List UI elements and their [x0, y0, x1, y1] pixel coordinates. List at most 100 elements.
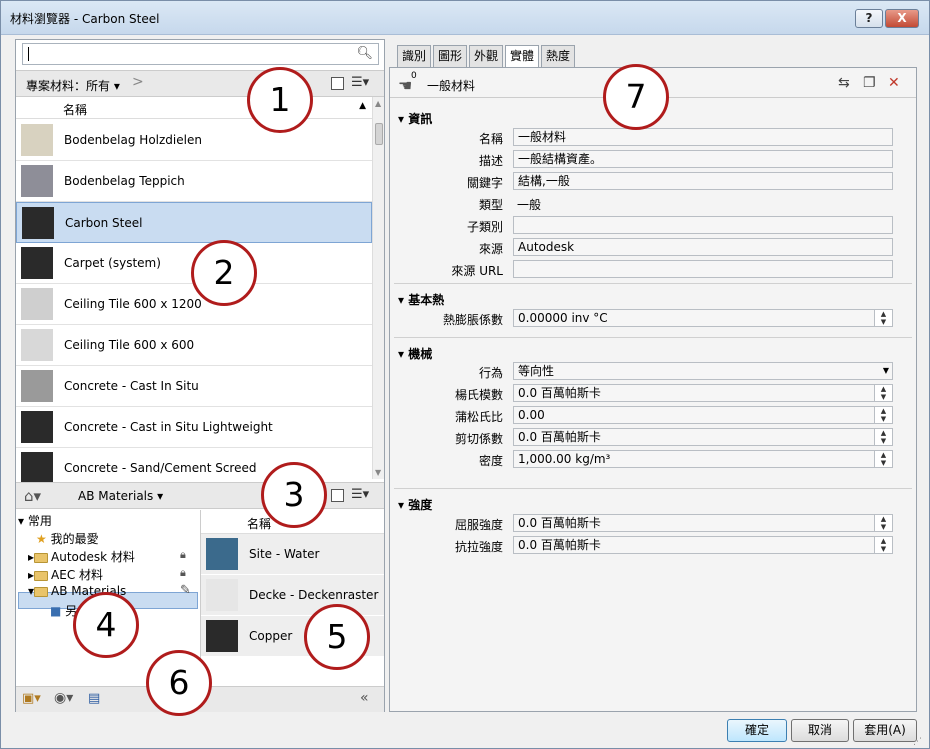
yield-spinner[interactable]: ▲ ▼ — [874, 514, 893, 532]
apply-button[interactable]: 套用(A) — [853, 719, 917, 742]
filter-label: 專案材料：所有 — [26, 79, 111, 93]
resize-grip-icon[interactable]: ⋰ — [913, 737, 922, 747]
type-label: 類型 — [478, 198, 503, 212]
window-title: 材料瀏覽器 - Carbon Steel — [10, 12, 160, 26]
poisson-spinner[interactable]: ▲ ▼ — [874, 406, 893, 424]
tab-physical[interactable]: 實體 — [505, 45, 539, 68]
yield-field[interactable]: 0.0 百萬帕斯卡 — [513, 514, 875, 532]
section-mechanical[interactable]: ▾ 機械 — [398, 345, 432, 362]
shear-spinner[interactable]: ▲ ▼ — [874, 428, 893, 446]
type-value: 一般 — [517, 198, 542, 212]
material-row[interactable]: Bodenbelag Teppich — [16, 161, 372, 202]
tree-node-common[interactable]: ▾ 常用 — [18, 512, 52, 529]
keywords-field[interactable]: 結構,一般 — [513, 172, 893, 190]
source-url-label: 來源 URL — [451, 264, 503, 278]
young-field[interactable]: 0.0 百萬帕斯卡 — [513, 384, 875, 402]
search-input[interactable]: 🔍︎ — [22, 43, 379, 65]
section-thermal[interactable]: ▾ 基本熱 — [398, 291, 444, 308]
material-swatch — [21, 124, 53, 156]
edit-pencil-icon[interactable]: ✎ — [180, 583, 191, 598]
subclass-field[interactable] — [513, 216, 893, 234]
callout-1: 1 — [247, 67, 313, 133]
breadcrumb-arrow-icon: > — [132, 74, 144, 90]
strength-title: 強度 — [408, 498, 433, 512]
material-name: Concrete - Cast in Situ Lightweight — [64, 420, 273, 434]
project-materials-filter[interactable]: 專案材料：所有 ▾ — [26, 77, 120, 94]
tab-identity[interactable]: 識別 — [397, 45, 431, 67]
cancel-button[interactable]: 取消 — [791, 719, 849, 742]
category-icon: ■ — [50, 604, 62, 618]
poisson-field[interactable]: 0.00 — [513, 406, 875, 424]
replace-asset-icon[interactable]: ⇆ — [838, 75, 850, 91]
library-material-name: Copper — [249, 629, 293, 643]
expansion-spinner[interactable]: ▲ ▼ — [874, 309, 893, 327]
search-icon[interactable]: 🔍︎ — [356, 46, 373, 61]
density-spinner[interactable]: ▲ ▼ — [874, 450, 893, 468]
asset-browser-icon[interactable]: ▤ — [88, 691, 100, 706]
material-row[interactable]: Bodenbelag Holzdielen — [16, 120, 372, 161]
description-field[interactable]: 一般結構資產。 — [513, 150, 893, 168]
lock-icon: 🔒︎ — [180, 548, 186, 561]
density-field[interactable]: 1,000.00 kg/m³ — [513, 450, 875, 468]
library-breadcrumb[interactable]: AB Materials ▾ — [78, 489, 163, 503]
tree-node-aec[interactable]: ▸ AEC 材料 — [28, 566, 103, 583]
thermal-title: 基本熱 — [408, 293, 445, 307]
scroll-up-icon[interactable]: ▲ — [375, 99, 381, 108]
home-icon[interactable]: ⌂▾ — [24, 487, 41, 505]
tree-node-favorites[interactable]: ★ 我的最愛 — [36, 530, 99, 547]
behavior-select[interactable]: 等向性 ▼ — [513, 362, 893, 380]
material-swatch — [22, 207, 54, 239]
open-library-icon[interactable]: ▣▾ — [22, 691, 41, 706]
name-label: 名稱 — [478, 132, 503, 146]
material-name: Concrete - Sand/Cement Screed — [64, 461, 257, 475]
material-row[interactable]: Ceiling Tile 600 x 600 — [16, 325, 372, 366]
tab-graphics[interactable]: 圖形 — [433, 45, 467, 67]
close-button[interactable]: X — [885, 9, 919, 28]
library-material-row[interactable]: Site - Water — [201, 534, 384, 575]
material-row[interactable]: Concrete - Cast In Situ — [16, 366, 372, 407]
view-toggle-icon[interactable] — [331, 77, 344, 90]
material-row[interactable]: Concrete - Cast in Situ Lightweight — [16, 407, 372, 448]
scroll-thumb[interactable] — [375, 123, 383, 145]
aec-label: AEC 材料 — [51, 568, 104, 582]
expansion-field[interactable]: 0.00000 inv °C — [513, 309, 875, 327]
scroll-down-icon[interactable]: ▼ — [375, 468, 381, 477]
section-info[interactable]: ▾ 資訊 — [398, 110, 432, 127]
tensile-spinner[interactable]: ▲ ▼ — [874, 536, 893, 554]
material-name: Carpet (system) — [64, 256, 161, 270]
material-row[interactable]: Carbon Steel — [16, 202, 372, 243]
duplicate-asset-icon[interactable]: ❐ — [863, 75, 876, 91]
lock-icon: 🔒︎ — [180, 566, 186, 579]
section-strength[interactable]: ▾ 強度 — [398, 496, 432, 513]
yield-label: 屈服強度 — [454, 518, 503, 532]
name-field[interactable]: 一般材料 — [513, 128, 893, 146]
material-list-scrollbar[interactable]: ▲ ▼ — [372, 97, 384, 479]
list-options-icon[interactable]: ☰▾ — [351, 75, 369, 90]
tree-node-autodesk[interactable]: ▸ Autodesk 材料 — [28, 548, 135, 565]
material-swatch — [21, 370, 53, 402]
info-title: 資訊 — [408, 112, 433, 126]
collapse-icon[interactable]: « — [360, 690, 369, 706]
young-spinner[interactable]: ▲ ▼ — [874, 384, 893, 402]
column-name-header[interactable]: 名稱 — [63, 101, 87, 118]
library-view-toggle-icon[interactable] — [331, 489, 344, 502]
folder-icon — [34, 586, 49, 597]
library-column-name[interactable]: 名稱 — [247, 515, 271, 532]
favorites-label: 我的最愛 — [50, 532, 99, 546]
create-material-icon[interactable]: ◉▾ — [54, 690, 73, 706]
tab-appearance[interactable]: 外觀 — [469, 45, 503, 67]
help-button[interactable]: ? — [855, 9, 883, 28]
material-list-header[interactable]: 名稱 ▲ — [16, 97, 372, 119]
remove-asset-icon[interactable]: ✕ — [888, 75, 900, 91]
tab-thermal[interactable]: 熱度 — [541, 45, 575, 67]
source-field[interactable]: Autodesk — [513, 238, 893, 256]
young-label: 楊氏模數 — [454, 388, 503, 402]
library-list-options-icon[interactable]: ☰▾ — [351, 487, 369, 502]
tensile-field[interactable]: 0.0 百萬帕斯卡 — [513, 536, 875, 554]
ok-button[interactable]: 確定 — [727, 719, 787, 742]
library-material-name: Decke - Deckenraster — [249, 588, 379, 602]
title-bar: 材料瀏覽器 - Carbon Steel ? X — [1, 1, 929, 35]
material-row[interactable]: Ceiling Tile 600 x 1200 — [16, 284, 372, 325]
shear-field[interactable]: 0.0 百萬帕斯卡 — [513, 428, 875, 446]
source-url-field[interactable] — [513, 260, 893, 278]
